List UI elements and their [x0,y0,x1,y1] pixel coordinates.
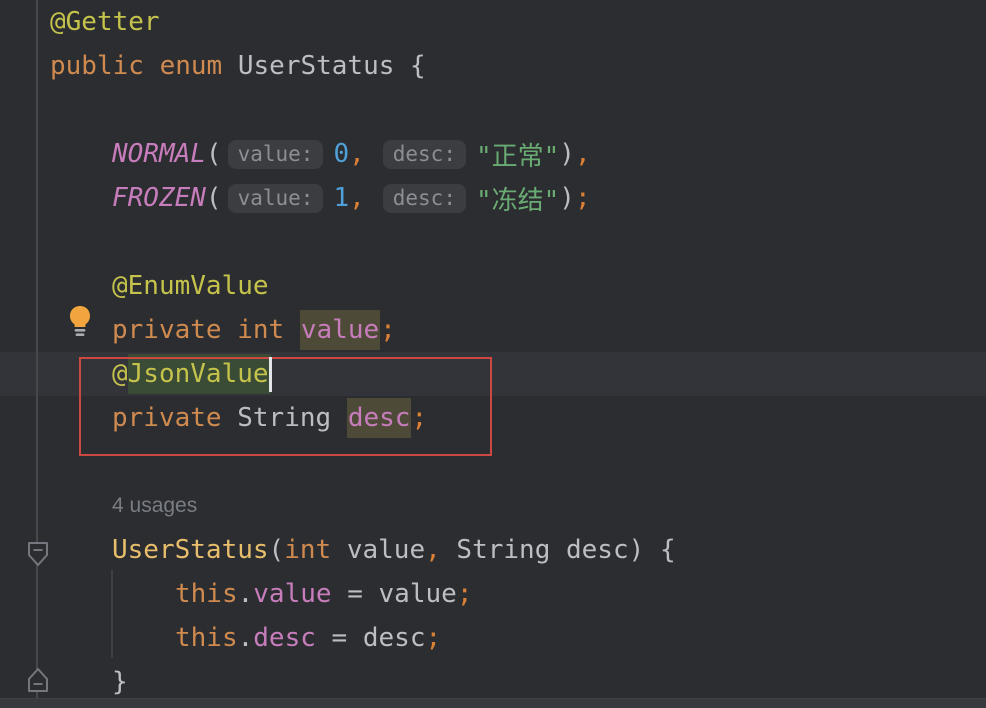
token-kw: this [175,623,238,653]
code-editor[interactable]: @Getterpublic enum UserStatus {NORMAL(va… [0,0,986,708]
usages-inlay-hint[interactable]: 4 usages [112,494,197,518]
token-kw: int [284,535,347,565]
token-type: String [237,403,347,433]
token-punct: = [316,623,363,653]
token-kw: private [112,403,237,433]
inlay-parameter-hint[interactable]: value: [228,184,324,213]
token-punct: . [238,623,254,653]
code-line: FROZEN(value: 1, desc: "冻结"); [112,176,591,220]
token-punct: { [410,51,426,81]
token-sem: , [349,139,365,169]
bottom-bar [0,698,986,708]
token-kw: private [112,315,237,345]
token-param: desc [566,535,629,565]
code-line: NORMAL(value: 0, desc: "正常"), [112,132,591,176]
code-line: private String desc; [112,396,427,440]
code-line: UserStatus(int value, String desc) { [112,528,676,572]
code-line: @JsonValue [112,352,271,396]
token-type: UserStatus [238,51,410,81]
token-num: 1 [333,183,349,213]
intention-bulb-icon[interactable] [66,305,94,339]
token-sem: , [349,183,365,213]
fold-end-marker[interactable] [25,666,51,694]
token-kw: public [50,51,160,81]
token-ann: @Getter [50,7,160,37]
token-sem: , [575,139,591,169]
token-punct: ) [559,183,575,213]
token-sem: ; [575,183,591,213]
text-caret [269,357,272,392]
token-ctor: UserStatus [112,535,269,565]
token-kw: enum [160,51,238,81]
token-punct: ) [629,535,660,565]
token-param: desc [363,623,426,653]
token-sem: ; [380,315,396,345]
token-kw: int [237,315,300,345]
token-ann: @EnumValue [112,271,269,301]
token-punct: ( [206,183,222,213]
inlay-parameter-hint[interactable]: desc: [383,184,466,213]
token-num: 0 [333,139,349,169]
token-param: value [379,579,457,609]
code-line: this.value = value; [175,572,472,616]
token-kw: this [175,579,238,609]
inlay-parameter-hint[interactable]: value: [228,140,324,169]
code-line: public enum UserStatus { [50,44,426,88]
token-sem: , [425,535,456,565]
token-sem: ; [411,403,427,433]
token-ann: JsonValue [128,354,271,394]
token-str: "冻结" [476,180,559,217]
token-field: desc [347,398,412,438]
token-enumc: NORMAL [112,139,206,169]
code-line: } [112,660,128,704]
token-punct: = [332,579,379,609]
token-punct: . [238,579,254,609]
token-punct: { [660,535,676,565]
token-punct: ( [206,139,222,169]
token-str: "正常" [476,136,559,173]
token-sem: ; [457,579,473,609]
code-line: @EnumValue [112,264,269,308]
token-field: value [253,579,331,609]
token-punct: ( [269,535,285,565]
token-field: desc [253,623,316,653]
token-param: value [347,535,425,565]
gutter-border [36,0,38,698]
token-punct: ) [559,139,575,169]
fold-start-marker[interactable] [25,540,51,568]
token-enumc: FROZEN [112,183,206,213]
token-type: String [456,535,566,565]
inlay-parameter-hint[interactable]: desc: [383,140,466,169]
code-line: this.desc = desc; [175,616,441,660]
token-sem: ; [426,623,442,653]
token-ann: @ [112,359,128,389]
token-punct: } [112,667,128,697]
token-field: value [300,310,380,350]
code-line: @Getter [50,0,160,44]
code-line: private int value; [112,308,396,352]
code-line: 4 usages [112,484,197,528]
indent-guide [111,570,113,658]
